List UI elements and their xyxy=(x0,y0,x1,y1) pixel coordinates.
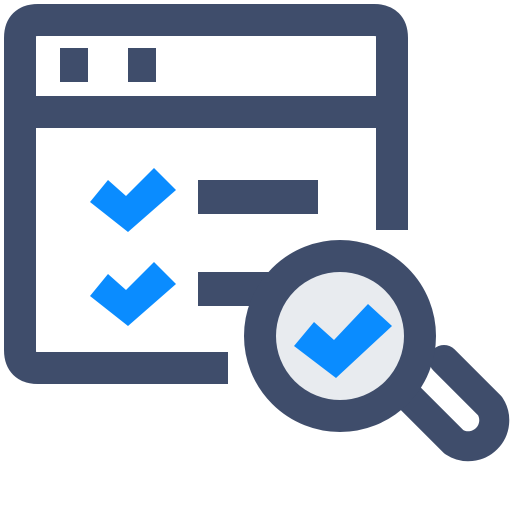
window-control-square-1 xyxy=(60,48,88,82)
icon-canvas xyxy=(0,0,512,512)
checkmark-icon xyxy=(90,168,176,232)
list-item-line-1 xyxy=(198,180,318,214)
checklist-audit-icon xyxy=(4,4,510,462)
window-control-square-2 xyxy=(128,48,156,82)
checkmark-icon xyxy=(90,262,176,326)
